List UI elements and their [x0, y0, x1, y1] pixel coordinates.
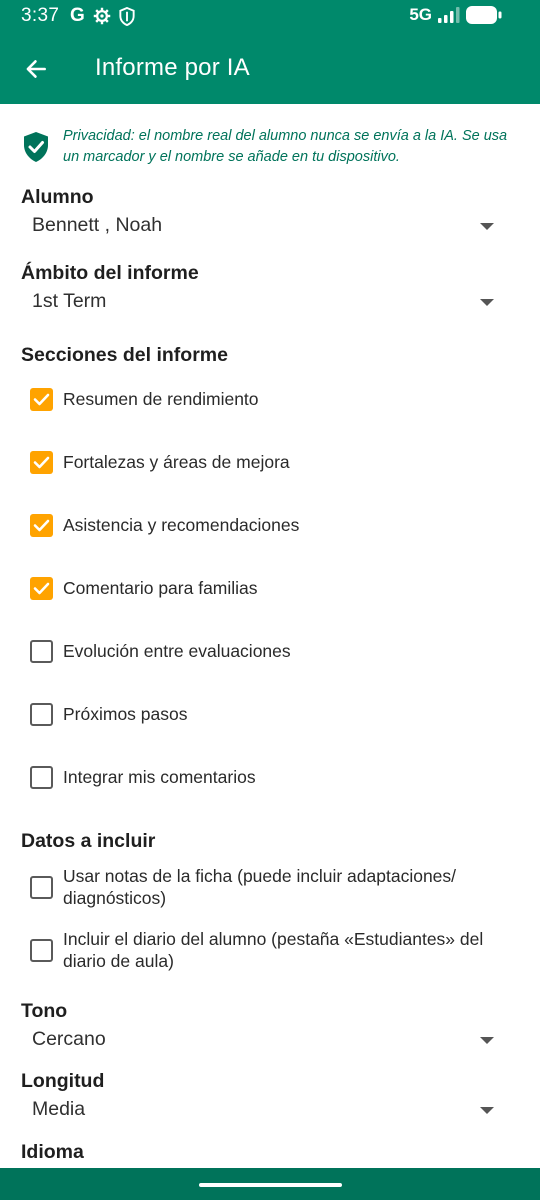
data-checkbox-record-notes[interactable]: Usar notas de la ficha (puede incluir ad… [29, 866, 519, 914]
caret-down-icon [480, 299, 494, 306]
status-bar: 3:37 G 5G [0, 0, 540, 33]
section-checkbox-performance[interactable]: Resumen de rendimiento [29, 385, 519, 415]
caret-down-icon [480, 1037, 494, 1044]
status-notification-icons: G [70, 6, 135, 26]
home-indicator[interactable] [199, 1183, 342, 1187]
caret-down-icon [480, 1107, 494, 1114]
checkbox-unchecked-icon[interactable] [30, 766, 53, 789]
data-checkbox-student-diary[interactable]: Incluir el diario del alumno (pestaña «E… [29, 929, 519, 977]
section-checkbox-evolution[interactable]: Evolución entre evaluaciones [29, 637, 519, 667]
section-checkbox-attendance[interactable]: Asistencia y recomendaciones [29, 511, 519, 541]
privacy-text: Privacidad: el nombre real del alumno nu… [63, 128, 508, 165]
scope-value: 1st Term [32, 290, 107, 312]
report-form[interactable]: Privacidad: el nombre real del alumno nu… [0, 104, 540, 1168]
section-checkbox-my-comments[interactable]: Integrar mis comentarios [29, 763, 519, 793]
data-include-title: Datos a incluir [21, 830, 156, 852]
battery-icon [466, 6, 502, 24]
section-checkbox-family-comment[interactable]: Comentario para familias [29, 574, 519, 604]
scope-dropdown[interactable]: 1st Term [21, 286, 501, 320]
app-bar: Informe por IA [0, 33, 540, 104]
checkbox-unchecked-icon[interactable] [30, 876, 53, 899]
checkbox-label: Usar notas de la ficha (puede incluir ad… [63, 866, 457, 908]
checkbox-label: Evolución entre evaluaciones [63, 641, 291, 661]
shield-icon [119, 6, 135, 26]
navigation-bar [0, 1168, 540, 1200]
checkbox-label: Fortalezas y áreas de mejora [63, 452, 290, 472]
signal-icon [438, 7, 460, 23]
checkbox-label: Asistencia y recomendaciones [63, 515, 300, 535]
checkbox-unchecked-icon[interactable] [30, 939, 53, 962]
student-label: Alumno [21, 186, 94, 208]
checkbox-checked-icon[interactable] [30, 388, 53, 411]
shield-check-icon [24, 132, 48, 162]
tone-value: Cercano [32, 1028, 106, 1050]
student-dropdown[interactable]: Bennett , Noah [21, 210, 501, 244]
back-button[interactable] [20, 53, 52, 85]
checkbox-unchecked-icon[interactable] [30, 703, 53, 726]
checkbox-label: Integrar mis comentarios [63, 767, 256, 787]
checkbox-checked-icon[interactable] [30, 451, 53, 474]
status-time: 3:37 [21, 5, 60, 26]
section-checkbox-next-steps[interactable]: Próximos pasos [29, 700, 519, 730]
checkbox-label: Resumen de rendimiento [63, 389, 259, 409]
scope-label: Ámbito del informe [21, 262, 199, 284]
student-value: Bennett , Noah [32, 214, 163, 236]
arrow-left-icon [26, 60, 46, 78]
length-value: Media [32, 1098, 86, 1120]
checkbox-unchecked-icon[interactable] [30, 640, 53, 663]
language-label: Idioma [21, 1141, 84, 1163]
checkbox-checked-icon[interactable] [30, 514, 53, 537]
length-label: Longitud [21, 1070, 105, 1092]
google-icon: G [70, 5, 85, 26]
network-type: 5G [409, 5, 432, 24]
caret-down-icon [480, 223, 494, 230]
page-title: Informe por IA [95, 54, 250, 81]
checkbox-label: Próximos pasos [63, 704, 188, 724]
section-checkbox-strengths[interactable]: Fortalezas y áreas de mejora [29, 448, 519, 478]
checkbox-label: Comentario para familias [63, 578, 258, 598]
checkbox-checked-icon[interactable] [30, 577, 53, 600]
tone-label: Tono [21, 1000, 68, 1022]
length-dropdown[interactable]: Media [21, 1094, 501, 1128]
checkbox-label: Incluir el diario del alumno (pestaña «E… [63, 929, 484, 971]
status-system-icons: 5G [409, 5, 502, 25]
sections-title: Secciones del informe [21, 344, 228, 366]
tone-dropdown[interactable]: Cercano [21, 1024, 501, 1058]
settings-icon [93, 7, 111, 25]
